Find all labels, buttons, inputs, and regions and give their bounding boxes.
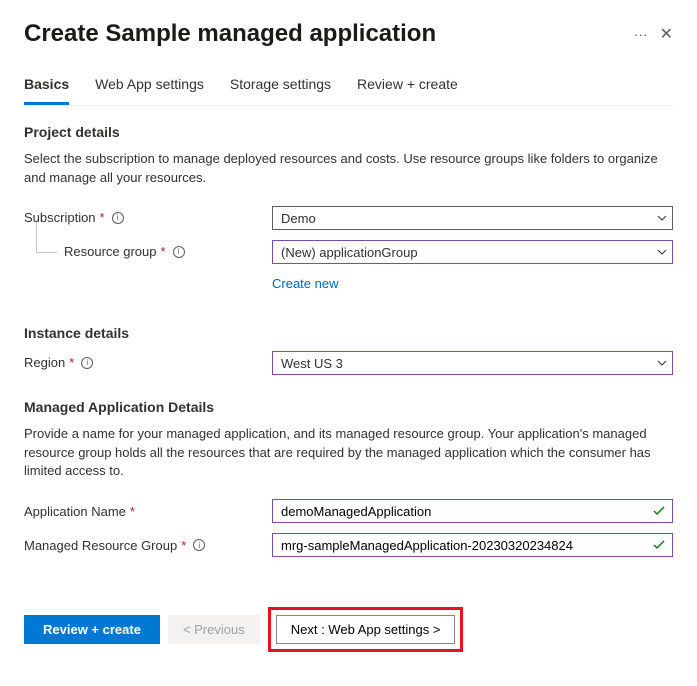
- managed-resource-group-label: Managed Resource Group: [24, 538, 177, 553]
- review-create-button[interactable]: Review + create: [24, 615, 160, 644]
- resource-group-label: Resource group: [64, 244, 157, 259]
- managed-app-details-title: Managed Application Details: [24, 399, 673, 415]
- next-button[interactable]: Next : Web App settings >: [276, 615, 456, 644]
- project-details-desc: Select the subscription to manage deploy…: [24, 150, 673, 188]
- required-indicator: *: [100, 210, 105, 225]
- checkmark-icon: [653, 506, 665, 516]
- application-name-label: Application Name: [24, 504, 126, 519]
- more-icon[interactable]: ···: [634, 26, 648, 42]
- page-title: Create Sample managed application: [24, 20, 436, 48]
- required-indicator: *: [69, 355, 74, 370]
- region-select[interactable]: West US 3: [272, 351, 673, 375]
- create-new-link[interactable]: Create new: [272, 276, 338, 291]
- managed-resource-group-input[interactable]: [272, 533, 673, 557]
- tab-review-create[interactable]: Review + create: [357, 76, 458, 105]
- required-indicator: *: [161, 244, 166, 259]
- info-icon[interactable]: i: [81, 357, 93, 369]
- subscription-select[interactable]: Demo: [272, 206, 673, 230]
- previous-button[interactable]: < Previous: [168, 615, 260, 644]
- managed-app-details-desc: Provide a name for your managed applicat…: [24, 425, 673, 482]
- tab-basics[interactable]: Basics: [24, 76, 69, 105]
- tab-web-app-settings[interactable]: Web App settings: [95, 76, 204, 105]
- application-name-input[interactable]: [272, 499, 673, 523]
- tab-storage-settings[interactable]: Storage settings: [230, 76, 331, 105]
- required-indicator: *: [181, 538, 186, 553]
- required-indicator: *: [130, 504, 135, 519]
- subscription-label: Subscription: [24, 210, 96, 225]
- highlight-annotation: Next : Web App settings >: [268, 607, 464, 652]
- instance-details-title: Instance details: [24, 325, 673, 341]
- checkmark-icon: [653, 540, 665, 550]
- info-icon[interactable]: i: [173, 246, 185, 258]
- info-icon[interactable]: i: [193, 539, 205, 551]
- region-label: Region: [24, 355, 65, 370]
- close-icon[interactable]: ✕: [660, 24, 673, 44]
- resource-group-select[interactable]: (New) applicationGroup: [272, 240, 673, 264]
- tabs: Basics Web App settings Storage settings…: [24, 76, 673, 106]
- info-icon[interactable]: i: [112, 212, 124, 224]
- project-details-title: Project details: [24, 124, 673, 140]
